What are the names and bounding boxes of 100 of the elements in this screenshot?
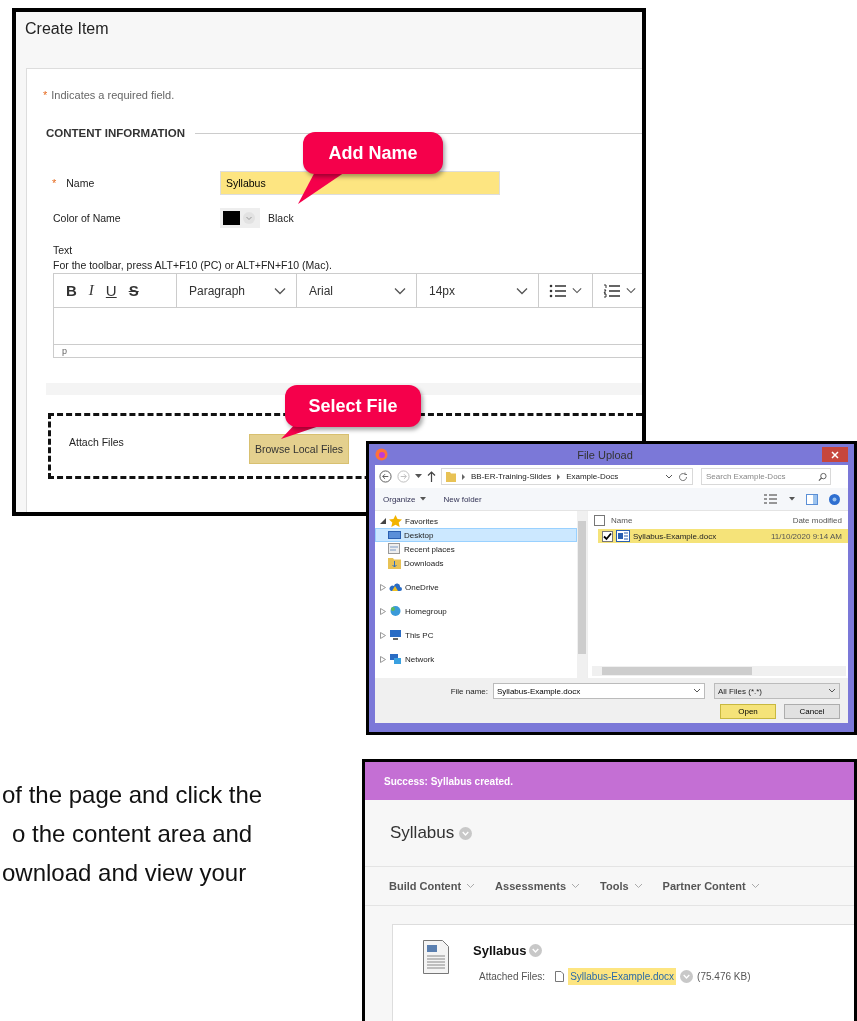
desktop-icon bbox=[388, 529, 401, 541]
cancel-button[interactable]: Cancel bbox=[784, 704, 840, 719]
success-message: Success: Syllabus created. bbox=[384, 775, 513, 787]
required-asterisk: * bbox=[52, 177, 57, 189]
nav-item[interactable]: Downloads bbox=[375, 556, 577, 570]
bullet-list-icon bbox=[549, 283, 567, 298]
page-title: Create Item bbox=[25, 20, 109, 37]
chevron-icon bbox=[828, 688, 836, 694]
format-button[interactable]: I bbox=[86, 282, 96, 299]
nav-item[interactable]: Favorites bbox=[375, 514, 577, 528]
collapsed-arrow-icon[interactable] bbox=[380, 655, 386, 663]
file-type-dropdown[interactable]: All Files (*.*) bbox=[714, 683, 840, 699]
field-label: Name bbox=[66, 177, 95, 189]
search-field[interactable]: Search Example-Docs bbox=[701, 468, 831, 485]
item-title[interactable]: Syllabus bbox=[473, 943, 527, 958]
file-row[interactable]: Syllabus-Example.docx 11/10/2020 9:14 AM bbox=[598, 529, 848, 543]
chevron-icon bbox=[461, 473, 466, 480]
refresh-icon[interactable] bbox=[678, 471, 688, 482]
browse-files-button[interactable]: Browse Local Files bbox=[249, 434, 350, 464]
menu-button[interactable]: Tools bbox=[596, 880, 647, 892]
close-icon bbox=[831, 450, 839, 459]
back-icon[interactable] bbox=[379, 470, 392, 483]
path-segment[interactable]: BB-ER-Training-Slides bbox=[471, 472, 552, 481]
file-icon bbox=[555, 971, 565, 982]
nav-item[interactable]: Homegroup bbox=[375, 604, 577, 618]
menu-button[interactable]: Partner Content bbox=[658, 880, 764, 892]
collapsed-arrow-icon[interactable] bbox=[380, 583, 386, 591]
view-icon[interactable] bbox=[764, 493, 778, 505]
chevron-icon bbox=[626, 287, 636, 294]
file-name-field[interactable]: Syllabus-Example.docx bbox=[493, 683, 705, 699]
attached-files-label: Attached Files: bbox=[479, 971, 546, 982]
path-segment[interactable]: Example-Docs bbox=[566, 472, 619, 481]
up-arrow-icon[interactable] bbox=[427, 471, 436, 482]
required-note: Indicates a required field. bbox=[51, 89, 175, 101]
checkbox[interactable] bbox=[602, 530, 613, 542]
attached-file-link[interactable]: Syllabus-Example.docx bbox=[568, 968, 677, 985]
nav-item[interactable]: Recent places bbox=[375, 542, 577, 556]
collapsed-arrow-icon[interactable] bbox=[380, 631, 386, 639]
format-button[interactable]: U bbox=[103, 282, 119, 299]
nav-item[interactable]: This PC bbox=[375, 628, 577, 642]
format-button[interactable]: B bbox=[64, 282, 79, 299]
color-picker[interactable] bbox=[220, 208, 260, 228]
search-icon bbox=[818, 472, 827, 481]
menu-button[interactable]: Build Content bbox=[385, 880, 480, 892]
network-icon bbox=[389, 653, 402, 665]
chevron-icon bbox=[394, 286, 406, 295]
chevron-icon bbox=[572, 287, 582, 294]
chevron-icon bbox=[243, 212, 255, 224]
dialog-title: File Upload bbox=[577, 448, 633, 461]
checkbox[interactable] bbox=[594, 514, 605, 526]
section-heading: CONTENT INFORMATION bbox=[46, 127, 186, 139]
format-button[interactable]: S bbox=[126, 282, 141, 299]
expanded-arrow-icon[interactable] bbox=[380, 518, 386, 524]
element-path: p bbox=[62, 346, 67, 356]
file-name: Syllabus-Example.docx bbox=[633, 531, 717, 541]
chevron-icon bbox=[571, 883, 581, 889]
browser-icon bbox=[375, 448, 388, 461]
downloads-icon bbox=[388, 557, 401, 569]
help-icon[interactable] bbox=[829, 493, 840, 505]
chevron-icon[interactable] bbox=[693, 688, 701, 694]
recent-icon bbox=[388, 543, 401, 555]
instruction-text: of the page and click the o the content area and ownload and view your bbox=[2, 780, 263, 888]
open-button[interactable]: Open bbox=[720, 704, 776, 719]
close-button[interactable] bbox=[822, 447, 848, 462]
column-header[interactable]: Date modified bbox=[792, 515, 842, 525]
file-size: (75.476 KB) bbox=[697, 971, 751, 982]
nav-item[interactable]: Network bbox=[375, 652, 577, 666]
new-folder-button[interactable]: New folder bbox=[443, 494, 482, 504]
required-asterisk: * bbox=[43, 89, 48, 101]
document-icon bbox=[616, 530, 630, 542]
folder-icon bbox=[446, 471, 456, 482]
menu-button[interactable]: Assessments bbox=[491, 880, 585, 892]
caret-icon[interactable] bbox=[415, 474, 422, 479]
collapsed-arrow-icon[interactable] bbox=[380, 607, 386, 615]
toolbar-hint: For the toolbar, press ALT+F10 (PC) or ALT+FN+F10 (Mac). bbox=[53, 259, 333, 271]
star-icon bbox=[389, 515, 402, 527]
column-header[interactable]: Name bbox=[611, 515, 761, 525]
page-title: Syllabus bbox=[390, 823, 455, 843]
nav-item[interactable]: OneDrive bbox=[375, 580, 577, 594]
caret-icon[interactable] bbox=[789, 497, 795, 501]
field-label: Attach Files bbox=[69, 436, 125, 448]
nav-item[interactable]: Desktop bbox=[375, 528, 577, 542]
scrollbar[interactable] bbox=[577, 511, 587, 678]
chevron-icon bbox=[750, 883, 760, 889]
address-bar[interactable]: BB-ER-Training-Slides Example-Docs bbox=[441, 468, 693, 485]
chevron-icon bbox=[556, 473, 562, 480]
numbered-list-icon bbox=[603, 283, 621, 298]
color-name: Black bbox=[268, 212, 294, 224]
chevron-icon bbox=[274, 286, 286, 295]
caret-icon bbox=[420, 497, 427, 501]
homegroup-icon bbox=[389, 605, 402, 617]
document-icon bbox=[423, 940, 449, 974]
chevron-icon bbox=[633, 883, 643, 889]
field-label: Color of Name bbox=[53, 212, 121, 224]
scrollbar[interactable] bbox=[592, 666, 846, 676]
chevron-icon bbox=[466, 883, 476, 889]
organize-menu[interactable]: Organize bbox=[383, 494, 416, 504]
chevron-icon[interactable] bbox=[665, 473, 673, 480]
pc-icon bbox=[389, 629, 402, 641]
preview-pane-icon[interactable] bbox=[806, 493, 818, 505]
